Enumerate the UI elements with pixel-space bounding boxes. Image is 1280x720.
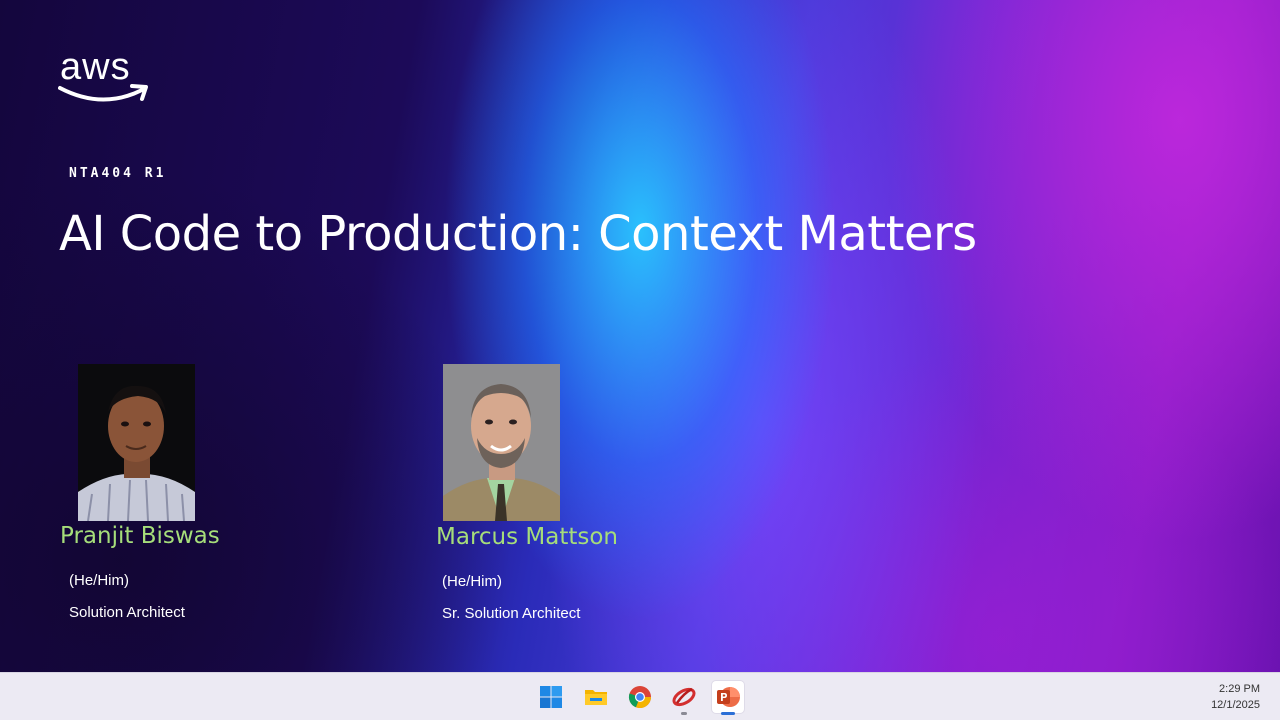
aws-logo: aws bbox=[58, 46, 150, 112]
presentation-slide: aws NTA404 R1 AI Code to Production: Con… bbox=[0, 0, 1280, 672]
speaker-name: Marcus Mattson bbox=[436, 524, 619, 550]
speaker-role: Sr. Solution Architect bbox=[442, 605, 581, 622]
active-indicator bbox=[721, 712, 735, 715]
taskbar-chrome-button[interactable] bbox=[624, 681, 656, 713]
speaker-name: Pranjit Biswas bbox=[60, 523, 220, 549]
system-clock[interactable]: 2:29 PM 12/1/2025 bbox=[1211, 681, 1260, 713]
speaker-role: Solution Architect bbox=[69, 604, 185, 621]
taskbar-start-button[interactable] bbox=[535, 681, 567, 713]
speaker-pronouns: (He/Him) bbox=[442, 573, 502, 590]
taskbar: 2:29 PM 12/1/2025 bbox=[0, 672, 1280, 720]
speaker-photo bbox=[78, 364, 195, 521]
speaker-pronouns: (He/Him) bbox=[69, 572, 129, 589]
taskbar-app-button[interactable] bbox=[668, 681, 700, 715]
taskbar-file-explorer-button[interactable] bbox=[580, 681, 612, 713]
slide-title: AI Code to Production: Context Matters bbox=[59, 206, 977, 262]
speaker-photo bbox=[443, 364, 560, 521]
red-swirl-app-icon bbox=[672, 687, 696, 707]
running-indicator bbox=[681, 712, 687, 715]
chrome-icon bbox=[628, 686, 652, 709]
aws-smile-arrow-icon bbox=[58, 84, 148, 102]
taskbar-powerpoint-button[interactable] bbox=[712, 681, 744, 715]
powerpoint-icon bbox=[717, 687, 740, 707]
file-explorer-icon bbox=[585, 690, 607, 705]
clock-date: 12/1/2025 bbox=[1211, 699, 1260, 711]
clock-time: 2:29 PM bbox=[1219, 683, 1260, 695]
windows-start-icon bbox=[540, 686, 562, 708]
session-code: NTA404 R1 bbox=[69, 166, 167, 181]
